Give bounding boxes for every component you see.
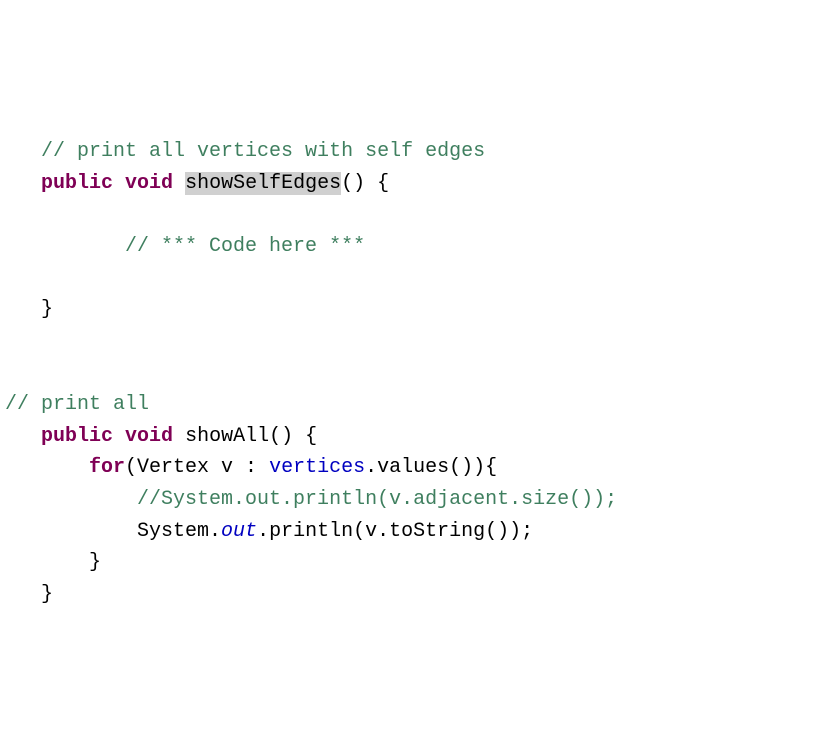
for-p2: .values()){ [365,456,497,479]
keyword-void: void [125,425,173,448]
println-rest: .println(v.toString()); [257,520,533,543]
field-vertices: vertices [269,456,365,479]
comment-print-all: // print all [5,393,149,416]
comment-code-here: // *** Code here *** [125,235,365,258]
close-brace: } [41,583,53,606]
signature-rest: () { [341,172,389,195]
comment-line: // print all vertices with self edges [41,140,485,163]
method-name-highlighted: showSelfEdges [185,172,341,195]
comment-println: //System.out.println(v.adjacent.size()); [137,488,617,511]
static-out: out [221,520,257,543]
keyword-public: public [41,425,113,448]
code-block: // print all vertices with self edges pu… [5,140,617,605]
keyword-for: for [89,456,125,479]
close-brace: } [41,298,53,321]
for-p1: (Vertex v : [125,456,269,479]
close-brace: } [89,551,101,574]
keyword-void: void [125,172,173,195]
system-p1: System. [137,520,221,543]
keyword-public: public [41,172,113,195]
method-name: showAll() { [185,425,317,448]
